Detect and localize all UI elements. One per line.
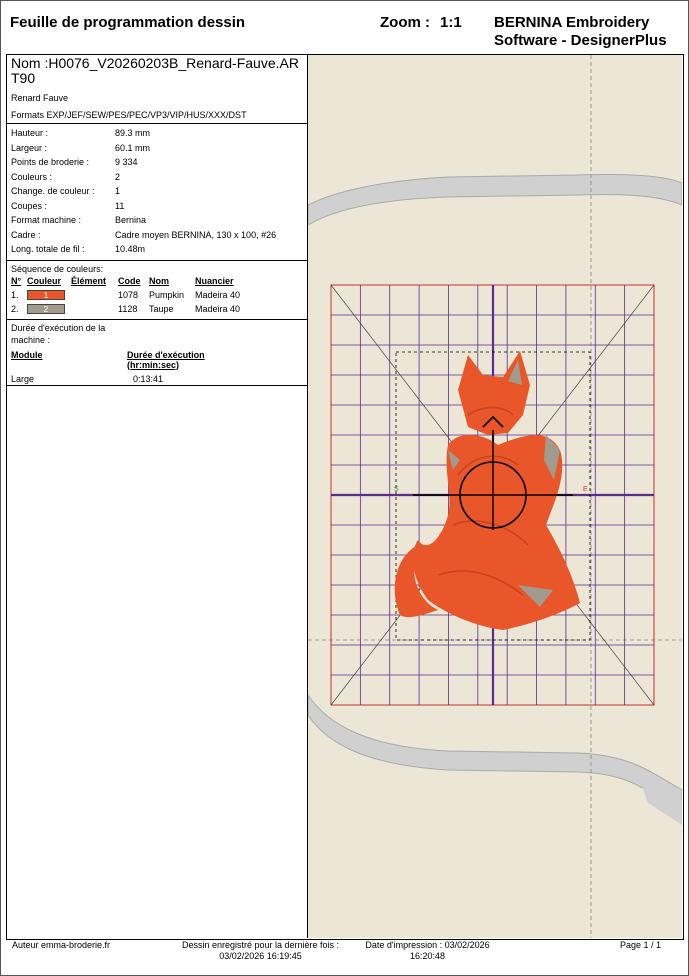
header-code: Code <box>118 275 141 286</box>
property-row: Cadre : Cadre moyen BERNINA, 130 x 100, #… <box>11 228 302 243</box>
color-sequence-header: N° Couleur Élément Code Nom Nuancier <box>11 275 302 288</box>
footer-author: Auteur emma-broderie.fr <box>12 940 111 950</box>
runtime-row: Large 0:13:41 <box>11 374 302 384</box>
design-formats: Formats EXP/JEF/SEW/PES/PEC/VP3/VIP/HUS/… <box>11 110 247 120</box>
runtime-module: Large <box>11 373 35 384</box>
hoop-frame <box>308 173 682 226</box>
footer-saved: Dessin enregistré pour la dernière fois … <box>181 940 340 961</box>
header-element: Élément <box>71 275 107 286</box>
color-chart: Madeira 40 <box>195 303 241 314</box>
runtime-header: Module Durée d'exécution (hr:min:sec) <box>11 350 302 370</box>
property-label: Hauteur : <box>11 128 49 138</box>
property-value: 10.48m <box>115 244 146 254</box>
brand-line-1: BERNINA Embroidery <box>494 14 650 31</box>
color-name: Pumpkin <box>149 289 185 300</box>
property-value: Cadre moyen BERNINA, 130 x 100, #26 <box>115 229 277 240</box>
property-row: Long. totale de fil : 10.48m <box>11 242 302 257</box>
design-preview: S E <box>308 55 682 938</box>
property-row: Hauteur : 89.3 mm <box>11 126 302 141</box>
page-title: Feuille de programmation dessin <box>10 14 246 31</box>
property-label: Cadre : <box>11 229 41 240</box>
property-label: Change. de couleur : <box>11 186 95 196</box>
design-name: Nom :H0076_V20260203B_Renard-Fauve.ART90 <box>11 55 299 86</box>
hoop-preview-svg: S E <box>308 55 682 938</box>
color-sequence-title: Séquence de couleurs: <box>11 263 104 274</box>
zoom-value: 1:1 <box>440 14 462 31</box>
zoom-label: Zoom : <box>380 14 430 31</box>
color-sequence: Séquence de couleurs: N° Couleur Élément… <box>6 261 307 320</box>
property-row: Coupes : 11 <box>11 199 302 214</box>
brand: BERNINA Embroidery Software - DesignerPl… <box>494 14 667 50</box>
color-swatch: 1 <box>27 289 65 300</box>
color-chart: Madeira 40 <box>195 289 241 300</box>
start-marker: S <box>394 486 399 493</box>
runtime-duration-header: Durée d'exécution (hr:min:sec) <box>127 349 205 370</box>
color-swatch: 2 <box>27 303 65 314</box>
color-name: Taupe <box>149 303 174 314</box>
color-row: 1. 1 1078 Pumpkin Madeira 40 <box>11 288 302 302</box>
color-no: 1. <box>11 289 19 300</box>
property-row: Format machine : Bernina <box>11 213 302 228</box>
property-row: Change. de couleur : 1 <box>11 184 302 199</box>
property-value: 2 <box>115 171 121 182</box>
header-chart: Nuancier <box>195 275 234 286</box>
property-row: Couleurs : 2 <box>11 170 302 185</box>
property-value: 1 <box>115 186 121 196</box>
color-no: 2. <box>11 303 19 314</box>
fox-design <box>394 351 580 630</box>
info-panel: Nom :H0076_V20260203B_Renard-Fauve.ART90… <box>6 54 308 938</box>
brand-line-2: Software - DesignerPlus <box>494 32 667 49</box>
header-name: Nom <box>149 275 169 286</box>
property-label: Largeur : <box>11 142 48 153</box>
end-marker: E <box>583 486 588 493</box>
property-label: Couleurs : <box>11 171 53 182</box>
property-value: Bernina <box>115 215 147 225</box>
property-value: 11 <box>115 200 125 211</box>
footer-page: Page 1 / 1 <box>620 940 662 950</box>
footer-printed: Date d'impression : 03/02/2026 16:20:48 <box>365 940 490 961</box>
property-label: Points de broderie : <box>11 157 90 167</box>
runtime-section: Durée d'exécution de la machine : Module… <box>6 320 307 386</box>
color-row: 2. 2 1128 Taupe Madeira 40 <box>11 302 302 316</box>
hoop-frame-bottom <box>308 694 682 816</box>
property-value: 89.3 mm <box>115 128 151 138</box>
property-label: Coupes : <box>11 200 48 211</box>
runtime-module-header: Module <box>11 349 43 360</box>
property-value: 9 334 <box>115 157 138 167</box>
color-code: 1078 <box>118 289 139 300</box>
property-label: Long. totale de fil : <box>11 244 85 254</box>
design-title: Renard Fauve <box>11 93 69 103</box>
property-row: Points de broderie : 9 334 <box>11 155 302 170</box>
runtime-duration: 0:13:41 <box>133 373 164 384</box>
runtime-title: Durée d'exécution de la machine : <box>11 322 106 345</box>
color-code: 1128 <box>118 303 138 314</box>
header-color: Couleur <box>27 275 62 286</box>
design-properties: Hauteur : 89.3 mm Largeur : 60.1 mm Points… <box>6 124 307 261</box>
property-row: Largeur : 60.1 mm <box>11 141 302 156</box>
design-header: Nom :H0076_V20260203B_Renard-Fauve.ART90… <box>6 54 307 124</box>
header-no: N° <box>11 275 22 286</box>
property-label: Format machine : <box>11 215 82 225</box>
property-value: 60.1 mm <box>115 142 151 153</box>
